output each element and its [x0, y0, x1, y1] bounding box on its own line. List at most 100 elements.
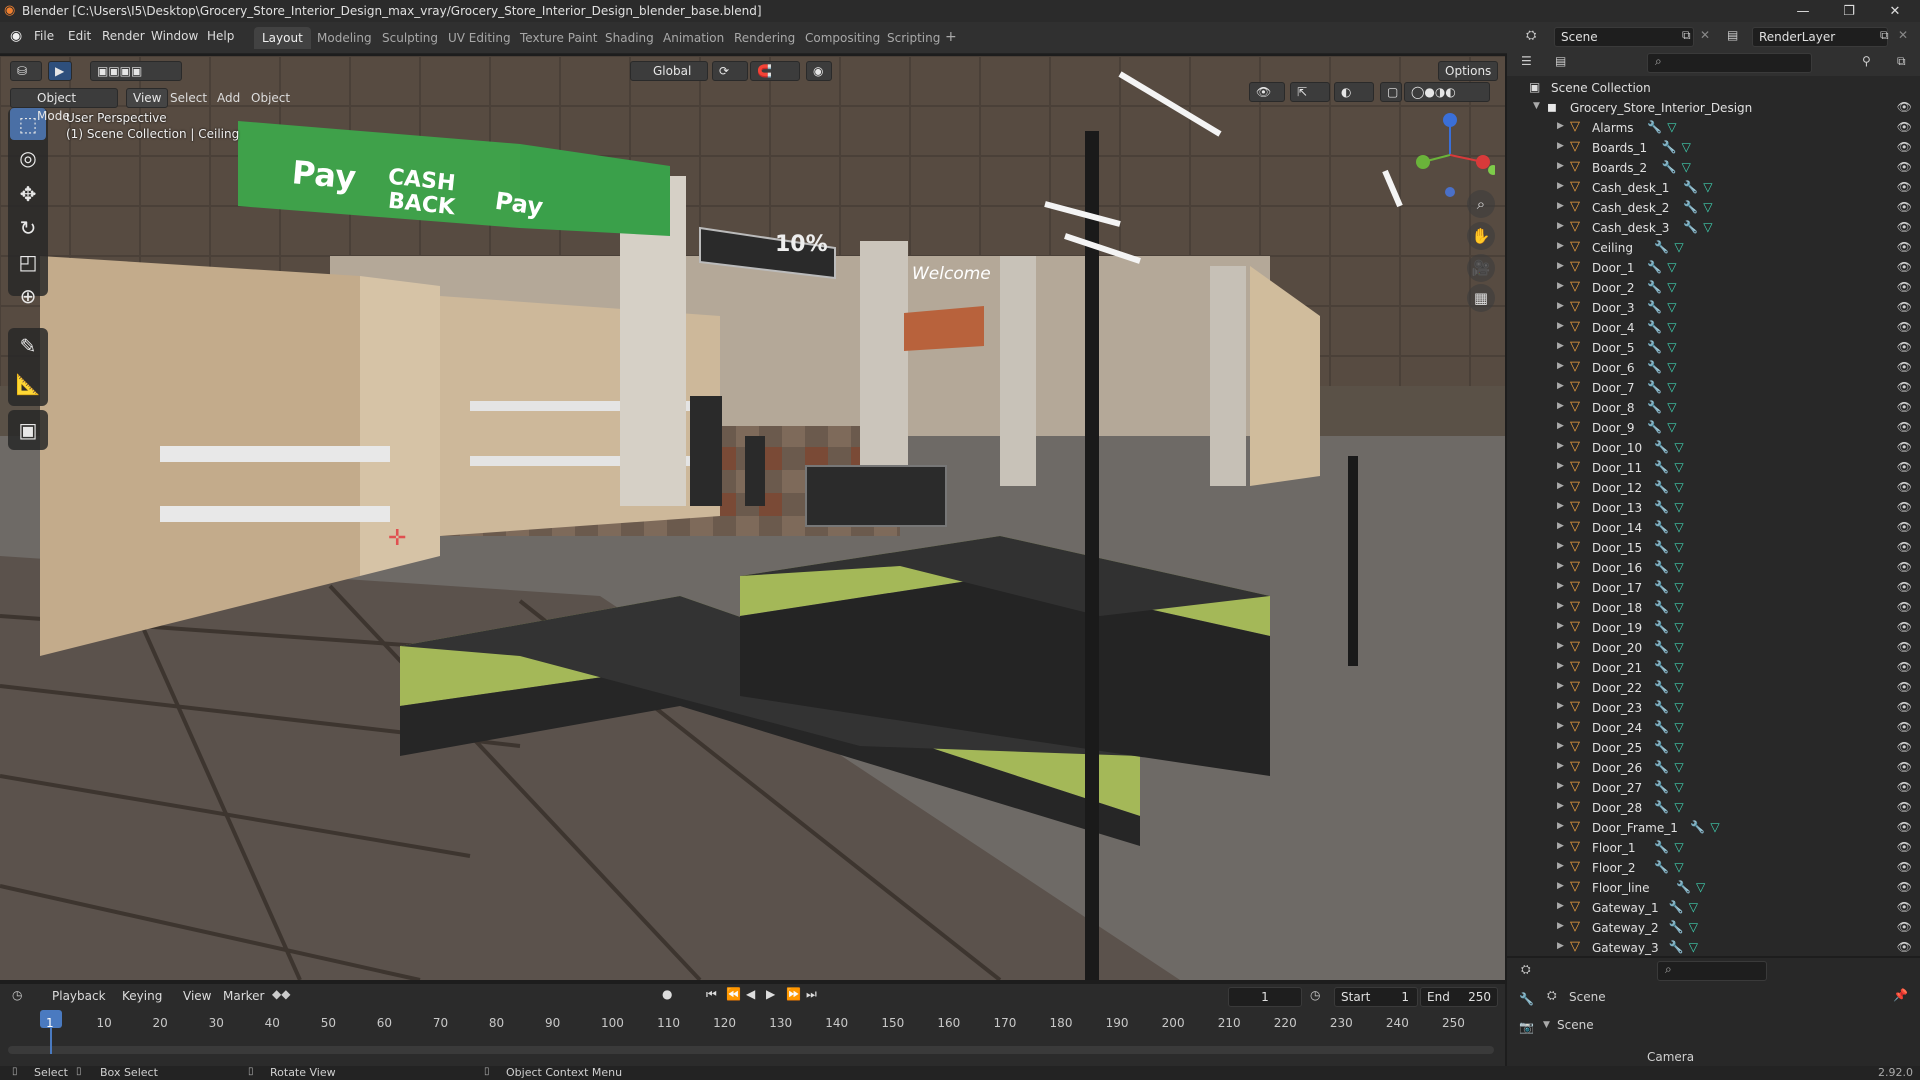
eye-icon[interactable]: 👁	[1897, 480, 1912, 494]
move-tool-icon[interactable]: ✥	[10, 178, 46, 210]
outliner-item[interactable]: ▶ ▽ Door_11 🔧 ▽ 👁	[1507, 458, 1920, 478]
eye-icon[interactable]: 👁	[1897, 820, 1912, 834]
object-mode-dropdown[interactable]: Object Mode	[10, 88, 118, 123]
delete-renderlayer-icon[interactable]: ✕	[1898, 28, 1908, 42]
transform-tool-icon[interactable]: ⊕	[10, 280, 46, 312]
expand-icon[interactable]: ▶	[1557, 701, 1564, 711]
jump-start-icon[interactable]: ⏮	[706, 987, 717, 1002]
tab-uv-editing[interactable]: UV Editing	[440, 27, 519, 49]
mesh-data-icon[interactable]: ▽	[1689, 940, 1698, 954]
expand-icon[interactable]: ▶	[1557, 661, 1564, 671]
navigation-gizmo[interactable]	[1405, 110, 1495, 200]
pan-hand-icon[interactable]: ✋	[1467, 222, 1495, 250]
mesh-data-icon[interactable]: ▽	[1674, 560, 1683, 574]
options-dropdown[interactable]: Options	[1438, 61, 1498, 81]
menu-timeline-view[interactable]: View	[183, 989, 211, 1003]
keyframe-icon[interactable]: ◆◆	[272, 987, 290, 1001]
mesh-data-icon[interactable]: ▽	[1674, 480, 1683, 494]
eye-icon[interactable]: 👁	[1897, 920, 1912, 934]
outliner-item[interactable]: ▶ ▽ Door_8 🔧 ▽ 👁	[1507, 398, 1920, 418]
outliner-item[interactable]: ▶ ▽ Door_18 🔧 ▽ 👁	[1507, 598, 1920, 618]
outliner-item[interactable]: ▶ ▽ Door_9 🔧 ▽ 👁	[1507, 418, 1920, 438]
outliner-item[interactable]: ▶ ▽ Door_25 🔧 ▽ 👁	[1507, 738, 1920, 758]
expand-icon[interactable]: ▶	[1557, 721, 1564, 731]
eye-icon[interactable]: 👁	[1897, 840, 1912, 854]
jump-end-icon[interactable]: ⏭	[806, 987, 817, 1002]
clock-icon[interactable]: ◷	[1310, 988, 1320, 1002]
eye-icon[interactable]: 👁	[1897, 200, 1912, 214]
expand-icon[interactable]: ▶	[1557, 441, 1564, 451]
outliner-item[interactable]: ▶ ▽ Door_3 🔧 ▽ 👁	[1507, 298, 1920, 318]
display-mode-icon[interactable]: ▤	[1555, 54, 1566, 68]
render-tab-icon[interactable]: 📷	[1519, 1020, 1534, 1034]
eye-icon[interactable]: 👁	[1897, 540, 1912, 554]
expand-icon[interactable]: ▶	[1557, 161, 1564, 171]
modifier-icon[interactable]: 🔧	[1647, 320, 1662, 334]
expand-icon[interactable]: ▶	[1557, 681, 1564, 691]
section-expand-icon[interactable]: ▼	[1543, 1020, 1550, 1030]
expand-icon[interactable]: ▶	[1557, 141, 1564, 151]
menu-edit[interactable]: Edit	[68, 29, 91, 43]
eye-icon[interactable]: 👁	[1897, 440, 1912, 454]
eye-icon[interactable]: 👁	[1897, 760, 1912, 774]
menu-select[interactable]: Select	[170, 91, 207, 105]
mesh-data-icon[interactable]: ▽	[1674, 780, 1683, 794]
mesh-data-icon[interactable]: ▽	[1674, 720, 1683, 734]
eye-icon[interactable]: 👁	[1897, 800, 1912, 814]
outliner-item[interactable]: ▶ ▽ Door_1 🔧 ▽ 👁	[1507, 258, 1920, 278]
expand-icon[interactable]: ▶	[1557, 941, 1564, 951]
new-renderlayer-icon[interactable]: ⧉	[1880, 28, 1889, 43]
play-reverse-icon[interactable]: ◀	[746, 987, 755, 1001]
menu-help[interactable]: Help	[207, 29, 234, 43]
mesh-data-icon[interactable]: ▽	[1667, 380, 1676, 394]
outliner-item[interactable]: ▶ ▽ Floor_2 🔧 ▽ 👁	[1507, 858, 1920, 878]
expand-icon[interactable]: ▶	[1557, 281, 1564, 291]
timeline-editor-icon[interactable]: ◷	[12, 988, 22, 1002]
modifier-icon[interactable]: 🔧	[1654, 480, 1669, 494]
mesh-data-icon[interactable]: ▽	[1674, 680, 1683, 694]
outliner-item[interactable]: ▶ ▽ Floor_1 🔧 ▽ 👁	[1507, 838, 1920, 858]
expand-icon[interactable]: ▶	[1557, 501, 1564, 511]
expand-icon[interactable]: ▶	[1557, 301, 1564, 311]
mesh-data-icon[interactable]: ▽	[1667, 400, 1676, 414]
outliner-item[interactable]: ▶ ▽ Door_23 🔧 ▽ 👁	[1507, 698, 1920, 718]
expand-icon[interactable]: ▶	[1557, 541, 1564, 551]
mesh-data-icon[interactable]: ▽	[1674, 640, 1683, 654]
eye-icon[interactable]: 👁	[1897, 300, 1912, 314]
tool-tab-icon[interactable]: 🔧	[1519, 992, 1534, 1006]
expand-icon[interactable]: ▶	[1557, 361, 1564, 371]
transform-orientation-dropdown[interactable]: Global	[630, 61, 708, 81]
modifier-icon[interactable]: 🔧	[1654, 560, 1669, 574]
minimize-button[interactable]: —	[1780, 0, 1826, 22]
mesh-data-icon[interactable]: ▽	[1667, 340, 1676, 354]
maximize-button[interactable]: ❐	[1826, 0, 1872, 22]
tab-layout[interactable]: Layout	[254, 27, 311, 49]
camera-view-icon[interactable]: 🎥	[1467, 254, 1495, 282]
eye-icon[interactable]: 👁	[1897, 240, 1912, 254]
expand-icon[interactable]: ▶	[1557, 121, 1564, 131]
outliner-item[interactable]: ▶ ▽ Gateway_2 🔧 ▽ 👁	[1507, 918, 1920, 938]
outliner-item[interactable]: ▶ ▽ Door_10 🔧 ▽ 👁	[1507, 438, 1920, 458]
expand-icon[interactable]: ▶	[1557, 461, 1564, 471]
modifier-icon[interactable]: 🔧	[1690, 820, 1705, 834]
outliner-item[interactable]: ▶ ▽ Cash_desk_1 🔧 ▽ 👁	[1507, 178, 1920, 198]
expand-icon[interactable]: ▶	[1557, 521, 1564, 531]
outliner-item[interactable]: ▶ ▽ Door_14 🔧 ▽ 👁	[1507, 518, 1920, 538]
eye-icon[interactable]: 👁	[1897, 600, 1912, 614]
mesh-data-icon[interactable]: ▽	[1696, 880, 1705, 894]
mesh-data-icon[interactable]: ▽	[1667, 280, 1676, 294]
outliner-item[interactable]: ▶ ▽ Boards_1 🔧 ▽ 👁	[1507, 138, 1920, 158]
add-workspace-icon[interactable]: +	[945, 29, 957, 45]
outliner-item[interactable]: ▶ ▽ Cash_desk_2 🔧 ▽ 👁	[1507, 198, 1920, 218]
scene-selector-icon[interactable]: ⛭	[1526, 28, 1536, 43]
outliner-item[interactable]: ▶ ▽ Door_20 🔧 ▽ 👁	[1507, 638, 1920, 658]
modifier-icon[interactable]: 🔧	[1654, 540, 1669, 554]
menu-keying[interactable]: Keying	[122, 989, 162, 1003]
delete-scene-icon[interactable]: ✕	[1700, 28, 1710, 42]
modifier-icon[interactable]: 🔧	[1654, 680, 1669, 694]
eye-icon[interactable]: 👁	[1897, 360, 1912, 374]
expand-icon[interactable]: ▶	[1557, 341, 1564, 351]
outliner-item[interactable]: ▶ ▽ Gateway_3 🔧 ▽ 👁	[1507, 938, 1920, 958]
modifier-icon[interactable]: 🔧	[1654, 660, 1669, 674]
mesh-data-icon[interactable]: ▽	[1674, 540, 1683, 554]
